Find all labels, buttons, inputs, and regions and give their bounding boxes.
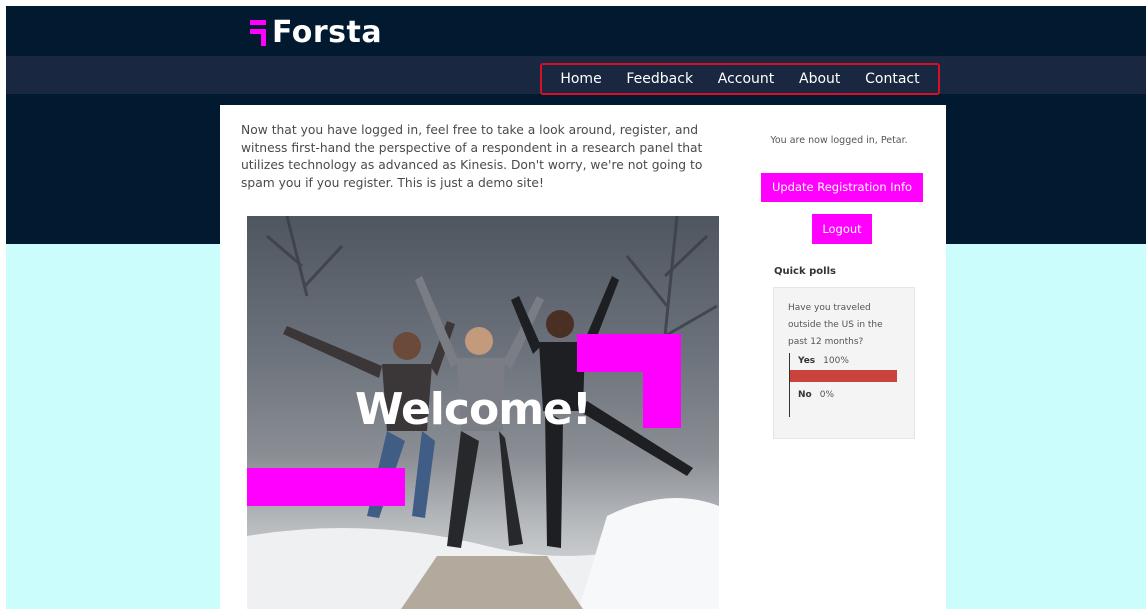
poll-axis-line	[789, 353, 790, 417]
quick-poll-card: Have you traveled outside the US in the …	[773, 287, 915, 439]
logo-text: Forsta	[272, 14, 383, 50]
intro-text: Now that you have logged in, feel free t…	[241, 123, 703, 190]
poll-option-no: No 0%	[798, 390, 834, 400]
login-status-text: You are now logged in, Petar.	[770, 135, 908, 146]
account-sidebar: You are now logged in, Petar. Update Reg…	[754, 132, 924, 439]
logout-button[interactable]: Logout	[812, 214, 872, 244]
poll-option-percent: 100%	[823, 356, 849, 366]
nav-account[interactable]: Account	[718, 71, 775, 87]
site-logo[interactable]: Forsta	[250, 12, 382, 52]
nav-bar: Home Feedback Account About Contact	[6, 56, 1146, 95]
poll-option-label: No	[798, 390, 812, 400]
hero-welcome-text: Welcome!	[355, 384, 592, 435]
nav-menu: Home Feedback Account About Contact	[540, 63, 940, 95]
main-content: Now that you have logged in, feel free t…	[220, 105, 946, 609]
nav-home[interactable]: Home	[560, 71, 601, 87]
quick-polls-heading: Quick polls	[774, 266, 836, 277]
forsta-logo-icon	[250, 18, 266, 46]
nav-about[interactable]: About	[799, 71, 840, 87]
nav-contact[interactable]: Contact	[865, 71, 919, 87]
poll-result-bar-yes	[790, 370, 897, 382]
poll-option-label: Yes	[798, 356, 816, 366]
nav-feedback[interactable]: Feedback	[626, 71, 693, 87]
update-registration-button[interactable]: Update Registration Info	[761, 173, 923, 202]
poll-option-yes: Yes 100%	[798, 356, 849, 366]
hero-image: Welcome!	[247, 216, 719, 609]
browser-viewport: Forsta Home Feedback Account About Conta…	[6, 6, 1146, 609]
poll-question: Have you traveled outside the US in the …	[788, 303, 883, 347]
poll-option-percent: 0%	[819, 390, 834, 400]
